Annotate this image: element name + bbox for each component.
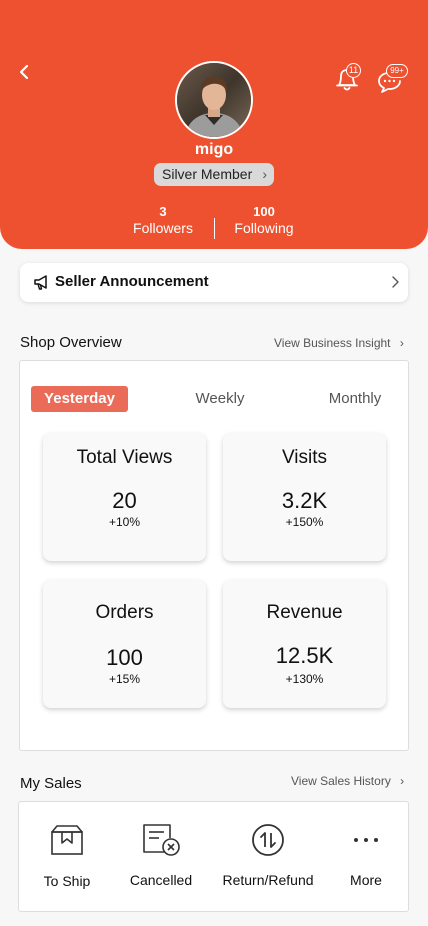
following-stat[interactable]: 100 Following	[228, 204, 300, 236]
seller-announcement-label: Seller Announcement	[55, 273, 209, 290]
sales-more[interactable]: More	[340, 822, 392, 888]
chevron-right-icon	[392, 276, 399, 288]
sales-return-refund[interactable]: Return/Refund	[222, 822, 314, 888]
tab-monthly[interactable]: Monthly	[315, 386, 395, 412]
metric-card-orders[interactable]: Orders 100 +15%	[43, 580, 206, 708]
username: migo	[194, 141, 234, 158]
messages-button[interactable]: 99+	[376, 64, 410, 94]
followers-stat[interactable]: 3 Followers	[128, 204, 198, 236]
metric-value: 3.2K	[281, 488, 328, 513]
messages-badge: 99+	[386, 64, 408, 78]
following-count: 100	[253, 204, 275, 219]
member-level-button[interactable]: Silver Member ›	[154, 163, 274, 186]
followers-label: Followers	[133, 220, 193, 236]
cancelled-order-icon	[143, 824, 180, 856]
metric-value: 20	[112, 488, 137, 513]
chevron-right-icon: ›	[262, 166, 267, 182]
metric-value: 12.5K	[275, 643, 334, 668]
more-dots-icon	[354, 838, 378, 842]
return-refund-icon	[252, 824, 284, 856]
sales-item-label: Cancelled	[129, 872, 193, 888]
member-level-label: Silver Member	[162, 166, 253, 182]
avatar[interactable]	[175, 61, 253, 139]
metric-change: +150%	[285, 515, 324, 529]
notifications-button[interactable]: 11	[333, 63, 361, 94]
back-arrow-icon[interactable]	[14, 60, 34, 84]
profile-header: 11 99+ migo Silver Member › 3 Followers …	[0, 0, 428, 249]
megaphone-icon	[34, 275, 47, 290]
seller-announcement-row[interactable]: Seller Announcement	[20, 263, 408, 302]
sales-to-ship[interactable]: To Ship	[30, 822, 104, 889]
view-sales-history-label: View Sales History	[291, 774, 391, 788]
chevron-right-icon: ›	[400, 774, 405, 788]
metric-title: Revenue	[266, 602, 343, 623]
metric-change: +15%	[108, 672, 141, 686]
metric-change: +10%	[108, 515, 141, 529]
shop-overview-title: Shop Overview	[20, 334, 122, 351]
metric-title: Total Views	[76, 447, 173, 468]
metric-card-total-views[interactable]: Total Views 20 +10%	[43, 433, 206, 561]
sales-item-label: Return/Refund	[222, 872, 314, 888]
metric-title: Orders	[95, 602, 154, 623]
view-sales-history-link[interactable]: View Sales History ›	[291, 774, 404, 788]
followers-count: 3	[159, 204, 167, 219]
tab-yesterday[interactable]: Yesterday	[31, 386, 128, 412]
view-business-insight-link[interactable]: View Business Insight ›	[274, 336, 404, 350]
sales-item-label: More	[350, 872, 382, 888]
my-sales-title: My Sales	[20, 775, 82, 792]
metric-card-visits[interactable]: Visits 3.2K +150%	[223, 433, 386, 561]
avatar-photo	[177, 63, 251, 137]
metric-title: Visits	[281, 447, 328, 468]
stats-divider	[214, 218, 215, 239]
chevron-right-icon: ›	[399, 336, 404, 350]
sales-item-label: To Ship	[43, 873, 91, 889]
tab-weekly[interactable]: Weekly	[180, 386, 260, 412]
box-icon	[51, 825, 83, 855]
metric-card-revenue[interactable]: Revenue 12.5K +130%	[223, 580, 386, 708]
view-business-insight-label: View Business Insight	[274, 336, 391, 350]
metric-value: 100	[106, 645, 143, 670]
metric-change: +130%	[285, 672, 324, 686]
following-label: Following	[234, 220, 294, 236]
notifications-badge: 11	[346, 63, 361, 78]
sales-cancelled[interactable]: Cancelled	[125, 822, 197, 888]
